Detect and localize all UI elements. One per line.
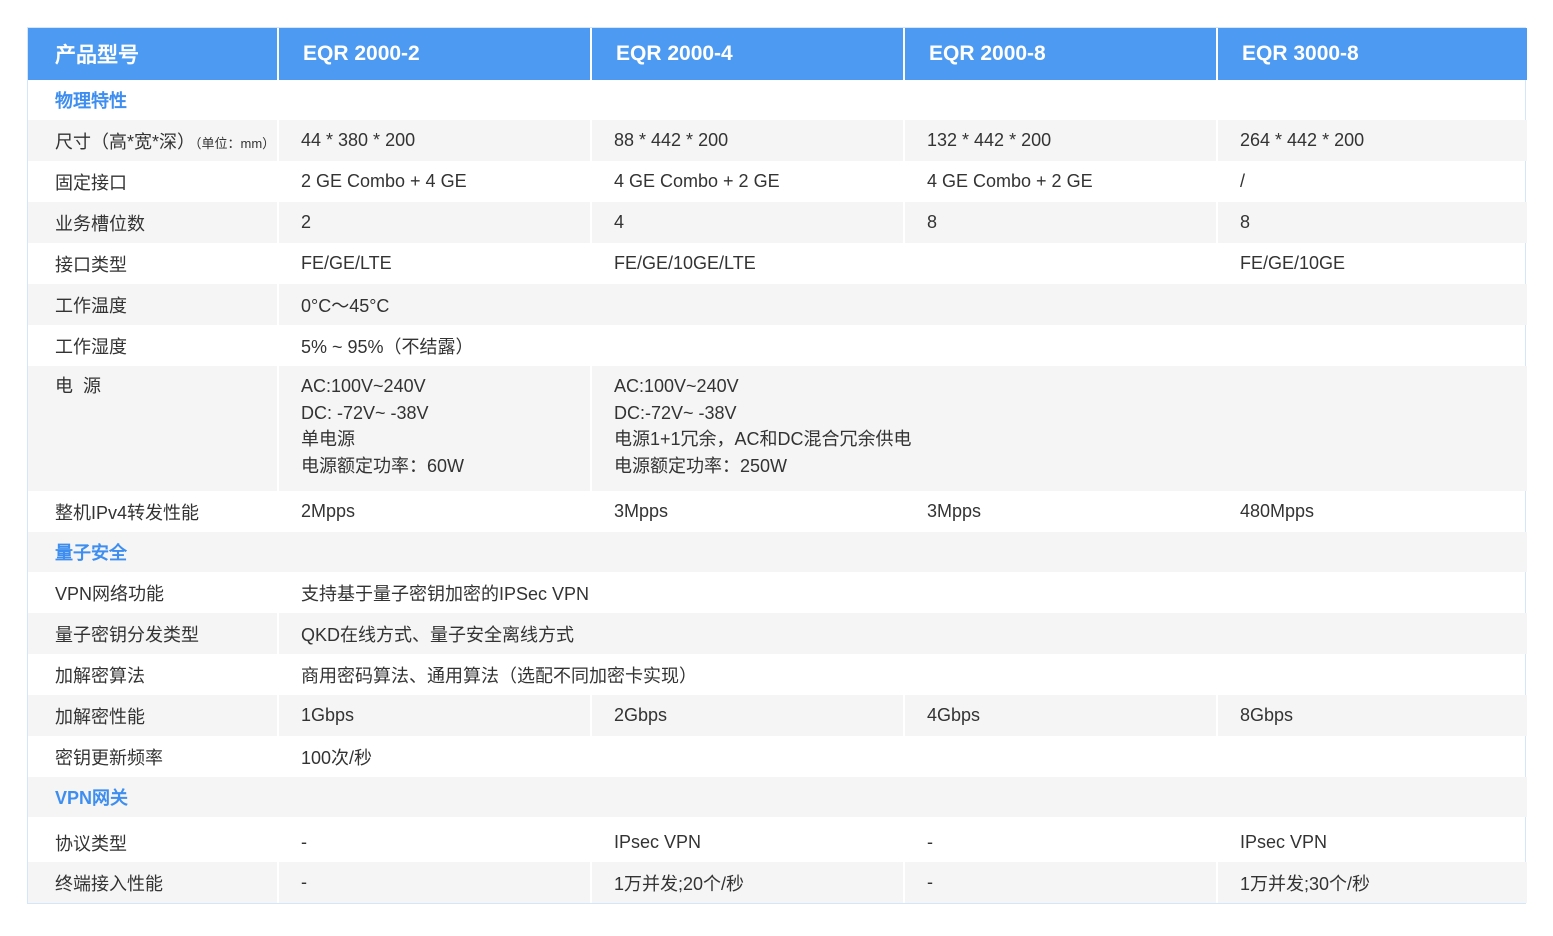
table-cell: - bbox=[277, 817, 591, 862]
table-cell: 8 bbox=[1216, 202, 1527, 243]
header-model: EQR 2000-2 bbox=[277, 28, 591, 80]
row-label-text: 尺寸（高*宽*深） bbox=[55, 131, 196, 152]
table-cell: AC:100V~240V DC:-72V~ -38V 电源1+1冗余，AC和DC… bbox=[590, 366, 1527, 491]
power-line: 电源额定功率：250W bbox=[614, 455, 788, 476]
header-label: 产品型号 bbox=[28, 28, 278, 80]
table-row-terminal: 终端接入性能 - 1万并发;20个/秒 - 1万并发;30个/秒 bbox=[28, 862, 1527, 903]
table-row-ipv4: 整机IPv4转发性能 2Mpps 3Mpps 3Mpps 480Mpps bbox=[28, 491, 1527, 532]
power-line: AC:100V~240V bbox=[301, 376, 426, 396]
table-cell: 88 * 442 * 200 bbox=[590, 120, 904, 161]
table-row-power: 电 源 AC:100V~240V DC: -72V~ -38V 单电源 电源额定… bbox=[28, 366, 1527, 491]
row-label: 加解密性能 bbox=[28, 695, 278, 736]
table-cell: 2 GE Combo + 4 GE bbox=[277, 161, 591, 202]
table-cell: FE/GE/10GE bbox=[1216, 243, 1527, 284]
table-cell: 480Mpps bbox=[1216, 491, 1527, 532]
row-label: 加解密算法 bbox=[55, 665, 145, 686]
table-cell: 3Mpps bbox=[903, 491, 1217, 532]
row-label: 业务槽位数 bbox=[28, 202, 278, 243]
row-label: 电 源 bbox=[28, 366, 278, 491]
table-cell: 0°C～45°C bbox=[277, 284, 1527, 325]
row-label: 工作湿度 bbox=[55, 336, 127, 357]
power-line: 电源1+1冗余，AC和DC混合冗余供电 bbox=[614, 429, 912, 449]
table-cell: 100次/秒 bbox=[277, 736, 1527, 777]
row-label: VPN网络功能 bbox=[55, 583, 165, 604]
power-line: DC:-72V~ -38V bbox=[614, 402, 737, 423]
table-cell: 4 GE Combo + 2 GE bbox=[590, 161, 904, 202]
table-cell: - bbox=[903, 862, 1217, 903]
row-label: 量子密钥分发类型 bbox=[28, 613, 278, 654]
table-cell: QKD在线方式、量子安全离线方式 bbox=[277, 613, 1527, 654]
unit-label: （单位：mm） bbox=[195, 135, 276, 151]
table-cell: 4Gbps bbox=[903, 695, 1217, 736]
table-row-work-temp: 工作温度 0°C～45°C bbox=[28, 284, 1527, 325]
table-cell: 2Gbps bbox=[590, 695, 904, 736]
table-row-fixed-ports: 固定接口 2 GE Combo + 4 GE 4 GE Combo + 2 GE… bbox=[28, 161, 1527, 202]
table-row-port-types: 接口类型 FE/GE/LTE FE/GE/10GE/LTE FE/GE/10GE bbox=[28, 243, 1527, 284]
table-cell: IPsec VPN bbox=[1216, 817, 1527, 862]
table-cell: 5% ~ 95%（不结露） bbox=[277, 325, 1527, 366]
row-label: 密钥更新频率 bbox=[55, 747, 163, 768]
table-cell: FE/GE/10GE/LTE bbox=[590, 243, 1217, 284]
table-row-work-humidity: 工作湿度 5% ~ 95%（不结露） bbox=[28, 325, 1527, 366]
table-cell: 1万并发;20个/秒 bbox=[590, 862, 904, 903]
section-header-physical: 物理特性 bbox=[28, 80, 1527, 120]
power-line: AC:100V~240V bbox=[614, 376, 739, 396]
table-row-vpn-func: VPN网络功能 支持基于量子密钥加密的IPSec VPN bbox=[28, 572, 1527, 613]
table-row-crypto-perf: 加解密性能 1Gbps 2Gbps 4Gbps 8Gbps bbox=[28, 695, 1527, 736]
table-row-protocol: 协议类型 - IPsec VPN - IPsec VPN bbox=[28, 817, 1527, 862]
table-row-key-rate: 密钥更新频率 100次/秒 bbox=[28, 736, 1527, 777]
section-header-vpn: VPN网关 bbox=[28, 777, 1527, 817]
row-label: 接口类型 bbox=[55, 254, 127, 275]
section-header-quantum: 量子安全 bbox=[28, 532, 1527, 572]
header-model: EQR 3000-8 bbox=[1216, 28, 1527, 80]
table-row-slots: 业务槽位数 2 4 8 8 bbox=[28, 202, 1527, 243]
table-cell: IPsec VPN bbox=[590, 817, 904, 862]
table-cell: 1万并发;30个/秒 bbox=[1216, 862, 1527, 903]
table-cell: 8 bbox=[903, 202, 1217, 243]
table-cell: 1Gbps bbox=[277, 695, 591, 736]
table-row-size: 尺寸（高*宽*深）（单位：mm） 44 * 380 * 200 88 * 442… bbox=[28, 120, 1527, 161]
table-cell: 132 * 442 * 200 bbox=[903, 120, 1217, 161]
table-cell: 3Mpps bbox=[590, 491, 904, 532]
row-label: 尺寸（高*宽*深）（单位：mm） bbox=[28, 120, 278, 161]
row-label: 协议类型 bbox=[55, 833, 127, 854]
power-line: DC: -72V~ -38V bbox=[301, 402, 429, 423]
table-cell: 44 * 380 * 200 bbox=[277, 120, 591, 161]
table-cell: 4 GE Combo + 2 GE bbox=[903, 161, 1217, 202]
header-model: EQR 2000-8 bbox=[903, 28, 1217, 80]
table-cell: 8Gbps bbox=[1216, 695, 1527, 736]
table-cell: FE/GE/LTE bbox=[277, 243, 591, 284]
row-label: 固定接口 bbox=[55, 172, 127, 193]
table-cell: - bbox=[277, 862, 591, 903]
spec-table: 产品型号 EQR 2000-2 EQR 2000-4 EQR 2000-8 EQ… bbox=[27, 27, 1527, 904]
row-label: 工作温度 bbox=[28, 284, 278, 325]
header-model: EQR 2000-4 bbox=[590, 28, 904, 80]
section-title: 量子安全 bbox=[28, 532, 1527, 572]
table-cell: 2 bbox=[277, 202, 591, 243]
table-row-crypto-algo: 加解密算法 商用密码算法、通用算法（选配不同加密卡实现） bbox=[28, 654, 1527, 695]
table-cell: 支持基于量子密钥加密的IPSec VPN bbox=[277, 572, 1527, 613]
section-title: 物理特性 bbox=[55, 91, 127, 111]
table-cell: 商用密码算法、通用算法（选配不同加密卡实现） bbox=[277, 654, 1527, 695]
table-cell: 2Mpps bbox=[277, 491, 591, 532]
table-cell: 264 * 442 * 200 bbox=[1216, 120, 1527, 161]
table-row-qkd-type: 量子密钥分发类型 QKD在线方式、量子安全离线方式 bbox=[28, 613, 1527, 654]
header-row: 产品型号 EQR 2000-2 EQR 2000-4 EQR 2000-8 EQ… bbox=[28, 28, 1527, 80]
table-cell: - bbox=[903, 817, 1217, 862]
section-title: VPN网关 bbox=[28, 777, 1527, 817]
row-label: 终端接入性能 bbox=[28, 862, 278, 903]
row-label: 整机IPv4转发性能 bbox=[55, 502, 200, 523]
table-cell: 4 bbox=[590, 202, 904, 243]
power-line: 电源额定功率：60W bbox=[301, 455, 465, 476]
table-cell: AC:100V~240V DC: -72V~ -38V 单电源 电源额定功率：6… bbox=[277, 366, 591, 491]
power-line: 单电源 bbox=[301, 429, 355, 449]
table-cell: / bbox=[1216, 161, 1527, 202]
